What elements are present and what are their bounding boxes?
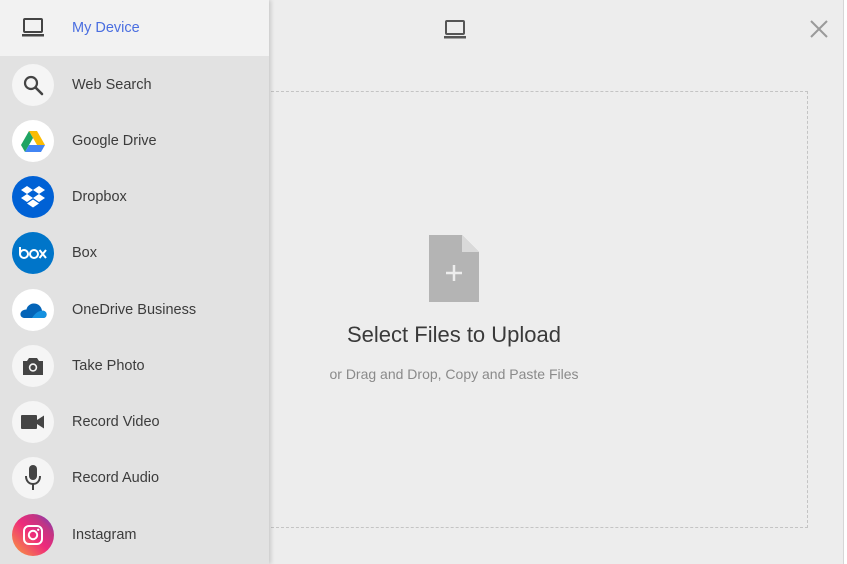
sidebar-item-label: Dropbox [72,189,127,205]
sidebar-item-dropbox[interactable]: Dropbox [0,169,269,225]
video-camera-icon [12,401,54,443]
sidebar-item-label: Google Drive [72,133,157,149]
microphone-icon [12,457,54,499]
drop-subtitle: or Drag and Drop, Copy and Paste Files [329,366,579,382]
sidebar-item-label: Box [72,245,97,261]
file-add-icon[interactable] [429,235,479,302]
google-drive-icon [12,120,54,162]
camera-icon [12,345,54,387]
drop-title[interactable]: Select Files to Upload [266,322,642,348]
sidebar-item-label: OneDrive Business [72,302,197,318]
sidebar-item-onedrive-business[interactable]: OneDrive Business [0,282,269,338]
sidebar-item-web-search[interactable]: Web Search [0,57,269,113]
onedrive-icon [12,289,54,331]
sidebar-item-record-audio[interactable]: Record Audio [0,450,269,506]
search-icon [12,64,54,106]
sidebar-item-instagram[interactable]: Instagram [0,507,269,563]
sidebar-item-label: Web Search [72,77,152,93]
instagram-icon [12,514,54,556]
sidebar-item-label: Instagram [72,527,137,543]
sidebar-item-label: Take Photo [72,358,145,374]
laptop-icon [12,7,54,49]
sidebar-item-label: Record Video [72,414,160,430]
laptop-icon [444,20,466,39]
sidebar-item-record-video[interactable]: Record Video [0,394,269,450]
box-icon [12,232,54,274]
close-icon[interactable] [807,17,831,41]
sidebar-item-google-drive[interactable]: Google Drive [0,113,269,169]
sidebar-item-label: Record Audio [72,470,160,486]
sidebar-item-my-device[interactable]: My Device [0,0,269,56]
sidebar-item-take-photo[interactable]: Take Photo [0,338,269,394]
source-sidebar: My Device Web Search Google Drive Dropbo… [0,0,269,564]
drop-zone[interactable] [266,91,808,528]
sidebar-item-box[interactable]: Box [0,225,269,281]
dropbox-icon [12,176,54,218]
sidebar-item-label: My Device [72,20,140,36]
